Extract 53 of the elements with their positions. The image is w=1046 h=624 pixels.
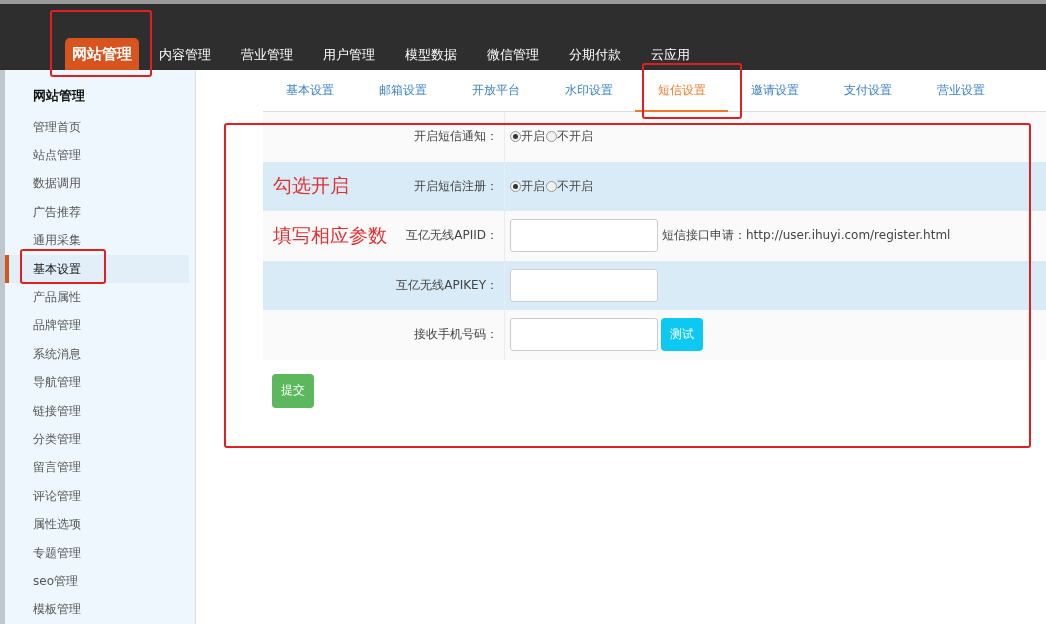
radio-label: 开启 (521, 128, 545, 146)
input-field[interactable] (510, 219, 658, 253)
sidebar-item[interactable]: 属性选项 (5, 510, 189, 539)
radio-button[interactable] (546, 180, 557, 192)
field-label: 互亿无线APIID： (406, 227, 498, 245)
sidebar-item[interactable]: 管理首页 (5, 113, 189, 142)
sidebar-item[interactable]: 系统消息 (5, 340, 189, 369)
field-label: 互亿无线APIKEY： (396, 276, 498, 294)
radio-label: 不开启 (557, 128, 593, 146)
radio-label: 开启 (521, 177, 545, 195)
sidebar-item[interactable]: 导航管理 (5, 368, 189, 397)
nav-tab[interactable]: 营业管理 (233, 40, 301, 70)
sidebar-title: 网站管理 (32, 87, 86, 105)
sidebar-item[interactable]: 品牌管理 (5, 311, 189, 341)
field-label: 开启短信通知： (414, 128, 498, 146)
field-label: 开启短信注册： (414, 177, 498, 195)
radio-button[interactable] (510, 131, 521, 143)
annotation-note: 勾选开启 (273, 173, 349, 199)
sidebar-item[interactable]: 专题管理 (5, 538, 189, 568)
nav-tab[interactable]: 内容管理 (151, 40, 219, 70)
sidebar-item[interactable]: 评论管理 (5, 482, 189, 511)
nav-tab[interactable]: 网站管理 (65, 38, 139, 70)
sidebar-item[interactable]: 数据调用 (5, 169, 189, 199)
sidebar-item[interactable]: 留言管理 (5, 453, 189, 483)
input-field[interactable] (510, 268, 658, 302)
radio-button[interactable] (510, 180, 521, 192)
sidebar-item[interactable]: 模板管理 (5, 595, 189, 624)
settings-tab[interactable]: 营业设置 (914, 70, 1007, 112)
nav-tab[interactable]: 用户管理 (315, 40, 383, 70)
sidebar-item[interactable]: 链接管理 (5, 396, 189, 426)
sidebar-item[interactable]: 分类管理 (5, 425, 189, 454)
settings-tab[interactable]: 邀请设置 (728, 70, 821, 112)
settings-tab[interactable]: 开放平台 (449, 70, 542, 112)
sidebar-item[interactable]: 产品属性 (5, 283, 189, 312)
hint-text: 短信接口申请：http://user.ihuyi.com/register.html (662, 227, 951, 245)
sidebar-item[interactable]: seo管理 (5, 567, 189, 596)
sidebar-item[interactable]: 基本设置 (5, 254, 189, 284)
settings-tab[interactable]: 水印设置 (542, 70, 635, 112)
annotation-note: 填写相应参数 (273, 222, 387, 248)
nav-tab[interactable]: 云应用 (643, 40, 698, 70)
radio-button[interactable] (546, 131, 557, 143)
settings-tab[interactable]: 基本设置 (263, 70, 356, 112)
sidebar-item[interactable]: 通用采集 (5, 226, 189, 255)
settings-tab[interactable]: 邮箱设置 (356, 70, 449, 112)
radio-label: 不开启 (557, 177, 593, 195)
nav-tab[interactable]: 分期付款 (561, 40, 629, 70)
field-label: 接收手机号码： (414, 326, 498, 344)
nav-tab[interactable]: 模型数据 (397, 40, 465, 70)
sidebar-item[interactable]: 站点管理 (5, 141, 189, 170)
input-field[interactable] (510, 318, 658, 352)
nav-tab[interactable]: 微信管理 (479, 40, 547, 70)
settings-tab[interactable]: 支付设置 (821, 70, 914, 112)
sidebar-item[interactable]: 广告推荐 (5, 198, 189, 227)
